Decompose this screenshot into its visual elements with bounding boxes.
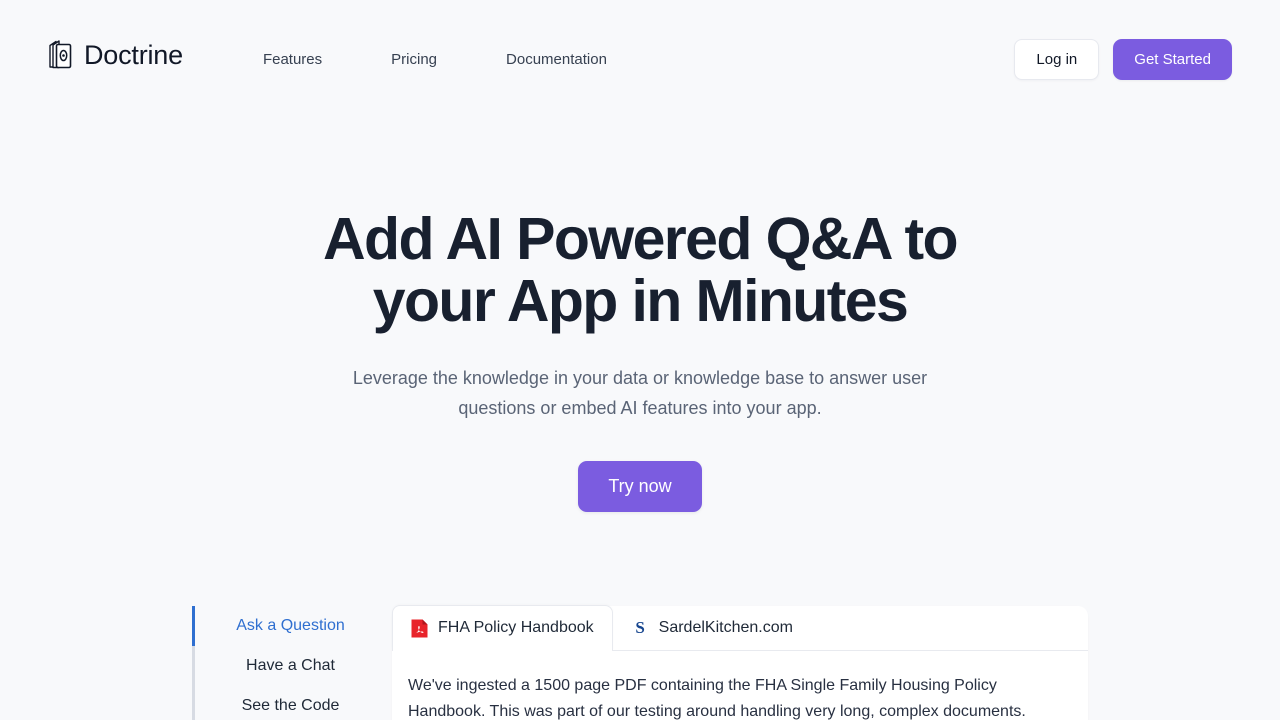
nav-link-documentation[interactable]: Documentation (506, 47, 607, 72)
brand-name: Doctrine (84, 39, 183, 70)
nav-link-features[interactable]: Features (263, 47, 322, 72)
demo-panel: FHA Policy Handbook S SardelKitchen.com … (392, 605, 1088, 720)
tab-sardelkitchen-com[interactable]: S SardelKitchen.com (613, 605, 812, 650)
header-actions: Log in Get Started (1014, 39, 1232, 80)
site-header: Doctrine Features Pricing Documentation … (0, 0, 1280, 120)
stacked-books-icon (48, 40, 76, 70)
get-started-button[interactable]: Get Started (1113, 39, 1232, 80)
letter-s-icon: S (635, 618, 645, 637)
try-now-button[interactable]: Try now (578, 461, 702, 512)
nav-link-pricing[interactable]: Pricing (391, 47, 437, 72)
demo-tab-bar: FHA Policy Handbook S SardelKitchen.com (392, 605, 1088, 651)
demo-mode-label: Have a Chat (246, 657, 335, 674)
demo-mode-have-a-chat[interactable]: Have a Chat (195, 646, 392, 686)
pdf-file-icon (411, 619, 428, 638)
hero-section: Add AI Powered Q&A to your App in Minute… (0, 120, 1280, 512)
hero-subtitle: Leverage the knowledge in your data or k… (352, 368, 928, 418)
login-button[interactable]: Log in (1014, 39, 1100, 80)
demo-mode-label: Ask a Question (236, 617, 345, 634)
demo-description: We've ingested a 1500 page PDF containin… (408, 677, 1026, 720)
brand-logo[interactable]: Doctrine (48, 40, 183, 70)
demo-section: Ask a Question Have a Chat See the Code … (0, 605, 1280, 720)
tab-label: FHA Policy Handbook (438, 619, 594, 636)
demo-mode-label: See the Code (241, 697, 340, 714)
main-nav: Features Pricing Documentation (263, 47, 607, 72)
tab-label: SardelKitchen.com (658, 619, 793, 636)
page-title: Add AI Powered Q&A to your App in Minute… (323, 206, 959, 334)
demo-panel-body: We've ingested a 1500 page PDF containin… (392, 651, 1088, 720)
demo-mode-list: Ask a Question Have a Chat See the Code (192, 606, 392, 720)
demo-mode-ask-a-question[interactable]: Ask a Question (192, 606, 392, 646)
tab-fha-policy-handbook[interactable]: FHA Policy Handbook (392, 605, 613, 651)
hero-cta-wrapper: Try now (0, 461, 1280, 512)
demo-mode-see-the-code[interactable]: See the Code (195, 686, 392, 720)
